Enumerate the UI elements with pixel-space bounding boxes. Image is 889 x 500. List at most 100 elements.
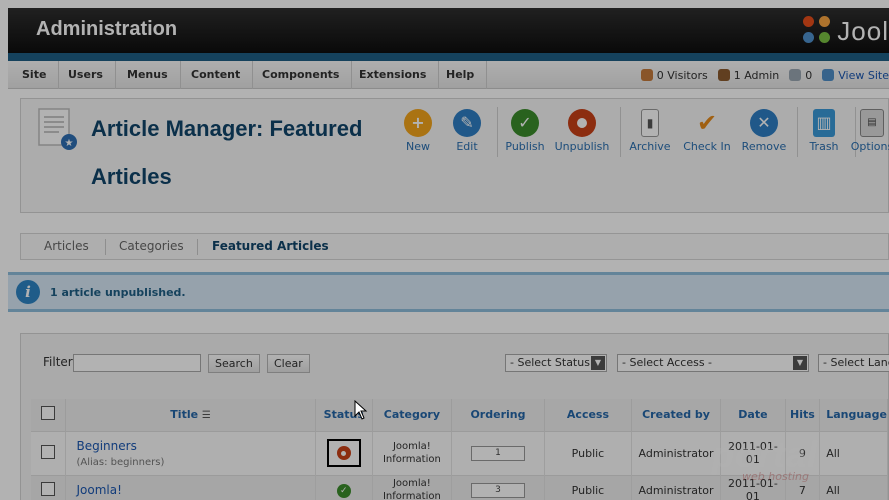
edit-label: Edit bbox=[456, 140, 478, 153]
unpublished-icon bbox=[336, 446, 351, 460]
archive-button[interactable]: ▮ Archive bbox=[620, 109, 680, 153]
remove-label: Remove bbox=[741, 140, 787, 153]
messages-status[interactable]: 0 bbox=[789, 69, 812, 82]
options-button[interactable]: ▤ Options bbox=[842, 109, 889, 153]
status-cell: ✓ bbox=[315, 474, 373, 500]
remove-button[interactable]: ✕ Remove bbox=[734, 109, 794, 153]
featured-article-icon: ★ bbox=[38, 108, 77, 150]
date-cell: 2011-01-01 bbox=[720, 430, 786, 475]
unpublish-label: Unpublish bbox=[554, 140, 610, 153]
select-all-header bbox=[31, 399, 67, 431]
header-title: Administration bbox=[36, 18, 178, 40]
clear-button[interactable]: Clear bbox=[267, 354, 310, 373]
subnav-tabs: Articles Categories Featured Articles bbox=[20, 233, 889, 260]
unpublished-status-toggle[interactable] bbox=[326, 439, 361, 467]
row-checkbox-cell bbox=[31, 430, 67, 475]
check-in-button[interactable]: ✔ Check In bbox=[677, 109, 737, 153]
category-name: Joomla! bbox=[392, 441, 431, 452]
visitors-count: 0 Visitors bbox=[656, 68, 708, 82]
status-cell bbox=[315, 430, 373, 475]
ordering-column-header[interactable]: Ordering bbox=[451, 399, 546, 431]
pencil-icon: ✎ bbox=[453, 109, 481, 137]
article-title-link[interactable]: Joomla! bbox=[76, 483, 314, 497]
admin-user-icon bbox=[717, 69, 730, 81]
language-column-header[interactable]: Language bbox=[819, 399, 888, 431]
article-title-link[interactable]: Beginners bbox=[76, 439, 314, 453]
unpublish-button[interactable]: Unpublish bbox=[552, 109, 612, 153]
created-by-column-header[interactable]: Created by bbox=[631, 399, 722, 431]
menu-components[interactable]: Components bbox=[250, 61, 353, 89]
tab-categories[interactable]: Categories bbox=[107, 234, 196, 259]
plus-icon: + bbox=[404, 109, 432, 137]
svg-text:★: ★ bbox=[65, 138, 74, 149]
joomla-logo[interactable]: Jool bbox=[803, 14, 889, 48]
admin-header: Administration Jool bbox=[8, 8, 889, 53]
select-access-value: - Select Access - bbox=[622, 356, 713, 369]
filter-search-input[interactable] bbox=[73, 354, 201, 372]
view-site-label: View Site bbox=[838, 68, 889, 82]
message-text: 1 article unpublished. bbox=[50, 286, 186, 299]
menu-site[interactable]: Site bbox=[10, 61, 60, 89]
menu-content[interactable]: Content bbox=[179, 61, 254, 89]
edit-button[interactable]: ✎ Edit bbox=[437, 109, 497, 153]
messages-count: 0 bbox=[805, 68, 813, 82]
ordering-input[interactable]: 1 bbox=[470, 445, 525, 461]
trash-icon: ▥ bbox=[813, 109, 835, 137]
date-cell: 2011-01-01 bbox=[720, 474, 786, 500]
title-cell: Joomla! bbox=[65, 474, 316, 500]
sort-descending-icon: ☰ bbox=[201, 410, 211, 422]
view-site-icon bbox=[822, 69, 835, 81]
article-list-panel: Filter: Search Clear - Select Status - ▼… bbox=[20, 333, 889, 500]
table-row: Beginners (Alias: beginners) Joomla! Info… bbox=[31, 430, 888, 475]
admins-count: 1 Admin bbox=[733, 68, 780, 82]
visitors-status: 0 Visitors bbox=[640, 68, 708, 82]
menu-extensions[interactable]: Extensions bbox=[347, 61, 440, 89]
joomla-logo-icon bbox=[803, 16, 833, 46]
table-header-row: Title ☰ Status Category Ordering Access … bbox=[31, 399, 888, 431]
row-checkbox[interactable] bbox=[41, 481, 56, 496]
remove-x-icon: ✕ bbox=[750, 109, 778, 137]
created-by-cell: Administrator bbox=[631, 430, 722, 475]
ordering-input[interactable]: 3 bbox=[470, 482, 525, 498]
search-button[interactable]: Search bbox=[208, 354, 260, 373]
menu-menus[interactable]: Menus bbox=[115, 61, 181, 89]
archive-label: Archive bbox=[629, 140, 671, 153]
select-access-dropdown[interactable]: - Select Access - ▼ bbox=[617, 354, 809, 372]
access-cell: Public bbox=[544, 430, 632, 475]
category-subname: Information bbox=[382, 491, 441, 500]
system-message: i 1 article unpublished. bbox=[8, 272, 889, 312]
articles-table: Title ☰ Status Category Ordering Access … bbox=[31, 399, 888, 500]
chevron-down-icon: ▼ bbox=[793, 356, 807, 370]
hits-column-header[interactable]: Hits bbox=[785, 399, 821, 431]
main-menu-bar: Site Users Menus Content Components Exte… bbox=[8, 61, 889, 89]
row-checkbox[interactable] bbox=[41, 444, 56, 459]
unpublish-circle-icon bbox=[568, 109, 596, 137]
select-status-value: - Select Status - bbox=[510, 356, 598, 369]
select-all-checkbox[interactable] bbox=[41, 406, 56, 421]
menu-users[interactable]: Users bbox=[56, 61, 116, 89]
select-language-dropdown[interactable]: - Select Language - bbox=[818, 354, 889, 372]
publish-label: Publish bbox=[505, 140, 545, 153]
check-in-icon: ✔ bbox=[696, 109, 718, 137]
select-status-dropdown[interactable]: - Select Status - ▼ bbox=[505, 354, 607, 372]
title-header-label: Title bbox=[170, 408, 199, 422]
tab-featured-articles[interactable]: Featured Articles bbox=[200, 234, 341, 259]
access-column-header[interactable]: Access bbox=[544, 399, 632, 431]
view-site-link[interactable]: View Site bbox=[822, 69, 889, 82]
access-cell: Public bbox=[544, 474, 632, 500]
select-language-value: - Select Language - bbox=[823, 356, 889, 369]
language-cell: All bbox=[819, 430, 888, 475]
publish-button[interactable]: ✓ Publish bbox=[495, 109, 555, 153]
chevron-down-icon: ▼ bbox=[591, 356, 605, 370]
logo-text: Jool bbox=[837, 15, 889, 46]
category-column-header[interactable]: Category bbox=[372, 399, 452, 431]
category-name: Joomla! bbox=[392, 478, 431, 490]
tab-articles[interactable]: Articles bbox=[32, 234, 101, 259]
hits-cell: 9 bbox=[785, 430, 821, 475]
date-column-header[interactable]: Date bbox=[720, 399, 786, 431]
menu-help[interactable]: Help bbox=[434, 61, 488, 89]
title-column-header[interactable]: Title ☰ bbox=[65, 399, 316, 431]
language-cell: All bbox=[819, 474, 888, 500]
published-check-icon[interactable]: ✓ bbox=[336, 483, 351, 498]
mouse-cursor-icon bbox=[354, 400, 368, 420]
